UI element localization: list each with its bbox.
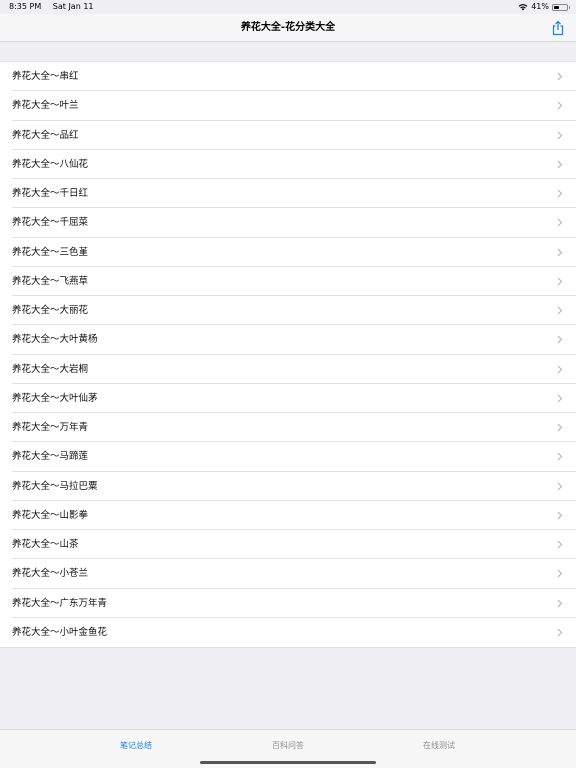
list-item-label: 养花大全～叶兰 (12, 100, 79, 112)
tab-bar: 笔记总结 百科问答 在线测试 (0, 729, 576, 768)
list-item[interactable]: 养花大全～万年青 (0, 413, 576, 443)
list-item[interactable]: 养花大全～大岩桐 (0, 355, 576, 384)
list-item[interactable]: 养花大全～千屈菜 (0, 208, 576, 238)
status-time: 8:35 PM (9, 2, 42, 11)
list-item[interactable]: 养花大全～大丽花 (0, 296, 576, 326)
list-item[interactable]: 养花大全～马蹄莲 (0, 442, 576, 472)
share-icon[interactable] (550, 20, 566, 36)
battery-fill (554, 5, 559, 9)
chevron-right-icon (557, 306, 563, 315)
chevron-right-icon (557, 423, 563, 432)
list-item[interactable]: 养花大全～大叶仙茅 (0, 384, 576, 413)
list-item-label: 养花大全～大岩桐 (12, 363, 89, 375)
list-item-label: 养花大全～小叶金鱼花 (12, 626, 108, 638)
chevron-right-icon (557, 540, 563, 549)
list-item[interactable]: 养花大全～广东万年青 (0, 589, 576, 618)
list-item-label: 养花大全～小苍兰 (12, 568, 89, 580)
list-item[interactable]: 养花大全～八仙花 (0, 150, 576, 179)
chevron-right-icon (557, 599, 563, 607)
list-item[interactable]: 养花大全～小苍兰 (0, 559, 576, 589)
chevron-right-icon (557, 482, 563, 490)
list-item-label: 养花大全～大叶仙茅 (12, 392, 98, 404)
chevron-right-icon (557, 277, 563, 286)
chevron-right-icon (557, 218, 563, 227)
status-right: 41% (518, 0, 570, 14)
chevron-right-icon (557, 160, 563, 169)
chevron-right-icon (557, 569, 563, 578)
list-item[interactable]: 养花大全～山影拳 (0, 501, 576, 530)
list-item[interactable]: 养花大全～小叶金鱼花 (0, 618, 576, 647)
chevron-right-icon (557, 189, 563, 198)
flower-list: 养花大全～串红 养花大全～叶兰 养花大全～品红 养花大全～八仙花 养花大全～千日红 养花大… (0, 61, 576, 648)
list-item[interactable]: 养花大全～叶兰 (0, 91, 576, 121)
list-item-label: 养花大全～山影拳 (12, 509, 89, 521)
list-item-label: 养花大全～八仙花 (12, 158, 89, 170)
status-date: Sat Jan 11 (52, 2, 94, 11)
battery-icon (552, 3, 570, 11)
wifi-icon (518, 4, 528, 11)
list-item-label: 养花大全～大丽花 (12, 305, 89, 316)
chevron-right-icon (557, 628, 563, 637)
list-item-label: 养花大全～马蹄莲 (12, 451, 89, 463)
list-item[interactable]: 养花大全～三色堇 (0, 238, 576, 267)
status-bar: 8:35 PM Sat Jan 11 41% (0, 0, 576, 14)
chevron-right-icon (557, 511, 563, 520)
list-item[interactable]: 养花大全～马拉巴粟 (0, 472, 576, 501)
status-left: 8:35 PM Sat Jan 11 (9, 0, 103, 14)
list-item[interactable]: 养花大全～飞燕草 (0, 267, 576, 296)
chevron-right-icon (557, 452, 563, 461)
list-item[interactable]: 养花大全～串红 (0, 62, 576, 92)
chevron-right-icon (557, 248, 563, 256)
list-item-label: 养花大全～万年青 (12, 422, 89, 433)
list-item-label: 养花大全～广东万年青 (12, 597, 108, 609)
chevron-right-icon (557, 394, 563, 403)
tab-notes-summary[interactable]: 笔记总结 (86, 740, 186, 751)
list-item-label: 养花大全～大叶黄杨 (12, 334, 98, 346)
list-item-label: 养花大全～千日红 (12, 188, 89, 199)
chevron-right-icon (557, 365, 563, 373)
tab-online-test[interactable]: 在线测试 (389, 740, 489, 751)
tab-encyclopedia-qa[interactable]: 百科问答 (238, 740, 338, 751)
list-item-label: 养花大全～品红 (12, 129, 79, 141)
list-item-label: 养花大全～飞燕草 (12, 275, 89, 287)
chevron-right-icon (557, 335, 563, 344)
battery-percent: 41% (531, 2, 549, 11)
page-title: 养花大全-花分类大全 (240, 22, 336, 33)
navigation-bar: 养花大全-花分类大全 (0, 14, 576, 42)
list-item[interactable]: 养花大全～大叶黄杨 (0, 325, 576, 355)
list-item[interactable]: 养花大全～品红 (0, 121, 576, 150)
list-item-label: 养花大全～三色堇 (12, 246, 89, 258)
list-item[interactable]: 养花大全～山茶 (0, 530, 576, 560)
chevron-right-icon (557, 101, 563, 110)
list-item-label: 养花大全～山茶 (12, 539, 79, 550)
list-item[interactable]: 养花大全～千日红 (0, 179, 576, 209)
list-item-label: 养花大全～马拉巴粟 (12, 480, 98, 492)
home-indicator (200, 761, 376, 764)
list-item-label: 养花大全～串红 (12, 71, 79, 82)
chevron-right-icon (557, 72, 563, 81)
chevron-right-icon (557, 131, 563, 139)
list-item-label: 养花大全～千屈菜 (12, 217, 89, 229)
